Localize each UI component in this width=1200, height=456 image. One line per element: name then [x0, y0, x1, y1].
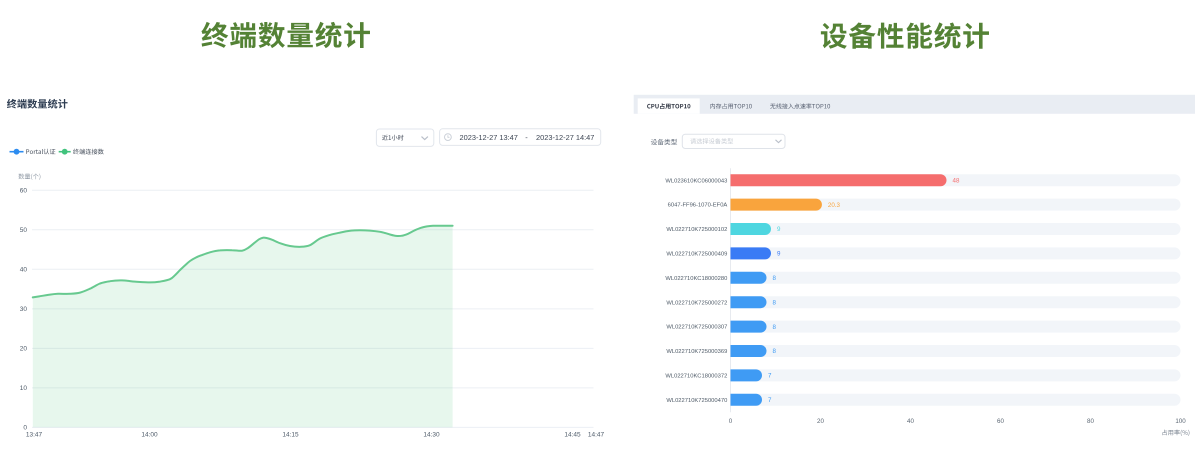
svg-text:14:15: 14:15 — [282, 432, 299, 439]
svg-text:9: 9 — [777, 251, 781, 258]
svg-text:60: 60 — [20, 188, 28, 195]
svg-text:WL022710K725000272: WL022710K725000272 — [666, 300, 727, 306]
svg-text:14:47: 14:47 — [588, 432, 605, 439]
svg-text:WL023610KC06000043: WL023610KC06000043 — [665, 178, 727, 184]
svg-text:WL022710KC18000280: WL022710KC18000280 — [665, 276, 727, 282]
svg-text:WL022710K725000102: WL022710K725000102 — [666, 227, 727, 233]
svg-text:10: 10 — [20, 385, 28, 392]
svg-text:100: 100 — [1175, 418, 1186, 425]
svg-text:14:30: 14:30 — [423, 432, 440, 439]
svg-text:2023-12-27 13:47: 2023-12-27 13:47 — [460, 133, 518, 142]
svg-text:40: 40 — [907, 418, 914, 425]
svg-text:0: 0 — [729, 418, 733, 425]
svg-text:8: 8 — [773, 275, 777, 282]
svg-text:7: 7 — [768, 373, 772, 380]
svg-text:WL022710K725000307: WL022710K725000307 — [666, 325, 727, 331]
svg-text:14:45: 14:45 — [564, 432, 581, 439]
svg-text:WL022710KC18000372: WL022710KC18000372 — [665, 374, 727, 380]
svg-text:20.3: 20.3 — [828, 202, 841, 209]
svg-text:8: 8 — [773, 348, 777, 355]
svg-text:0: 0 — [23, 425, 27, 432]
svg-text:14:00: 14:00 — [141, 432, 158, 439]
svg-text:30: 30 — [20, 306, 28, 313]
svg-text:50: 50 — [20, 227, 28, 234]
svg-text:80: 80 — [1087, 418, 1094, 425]
svg-text:8: 8 — [773, 324, 777, 331]
svg-text:8: 8 — [773, 299, 777, 306]
svg-text:48: 48 — [953, 177, 960, 184]
svg-text:6047-FF96-1070-EF0A: 6047-FF96-1070-EF0A — [668, 203, 728, 209]
svg-text:13:47: 13:47 — [26, 432, 43, 439]
svg-text:20: 20 — [20, 346, 28, 353]
svg-text:7: 7 — [768, 397, 772, 404]
svg-text:9: 9 — [777, 226, 781, 233]
svg-text:WL022710K725000470: WL022710K725000470 — [666, 398, 727, 404]
svg-text:60: 60 — [997, 418, 1004, 425]
svg-text:40: 40 — [20, 267, 28, 274]
svg-text:WL022710K725000409: WL022710K725000409 — [666, 252, 727, 258]
svg-text:20: 20 — [817, 418, 824, 425]
svg-text:2023-12-27 14:47: 2023-12-27 14:47 — [536, 133, 594, 142]
svg-text:WL022710K725000369: WL022710K725000369 — [666, 349, 727, 355]
